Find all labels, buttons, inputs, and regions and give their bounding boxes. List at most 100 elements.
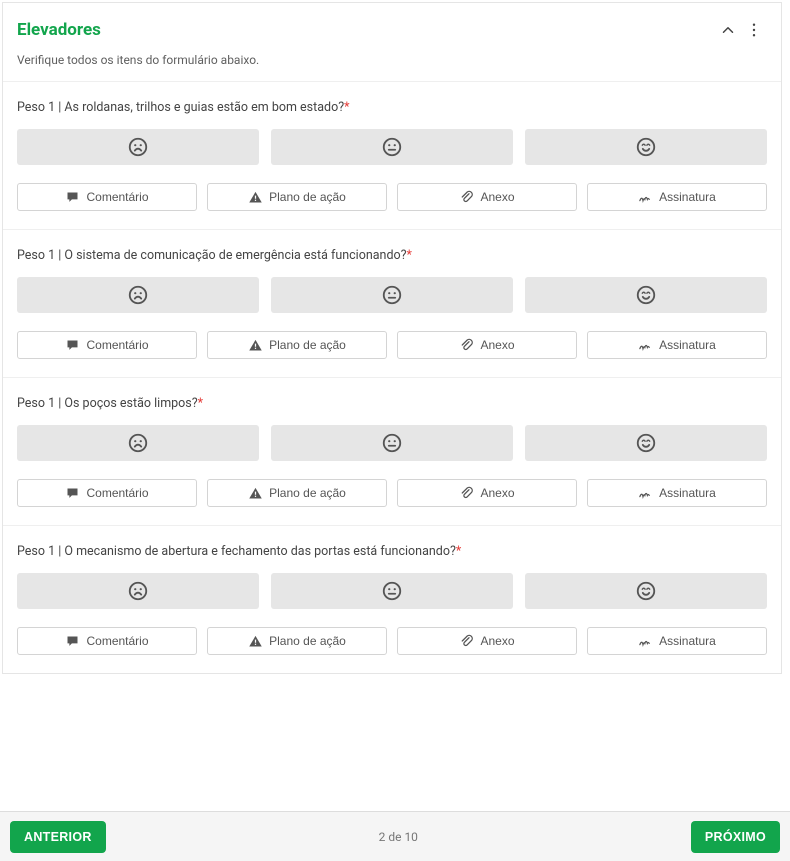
action-button-label: Comentário — [86, 338, 148, 352]
happy-face-icon — [635, 136, 657, 158]
required-star: * — [344, 100, 349, 115]
rating-bad-button[interactable] — [17, 573, 259, 609]
warning-icon — [248, 338, 263, 353]
action-plan-button[interactable]: Plano de ação — [207, 183, 387, 211]
action-button-label: Comentário — [86, 486, 148, 500]
required-star: * — [456, 544, 461, 559]
next-button[interactable]: PRÓXIMO — [691, 821, 780, 853]
paperclip-icon — [459, 190, 474, 205]
action-button-label: Anexo — [480, 634, 514, 648]
neutral-face-icon — [381, 284, 403, 306]
paperclip-icon — [459, 338, 474, 353]
paperclip-icon — [459, 486, 474, 501]
action-button-label: Plano de ação — [269, 190, 346, 204]
attachment-button[interactable]: Anexo — [397, 183, 577, 211]
section-menu-button[interactable] — [741, 17, 767, 43]
page-indicator: 2 de 10 — [379, 830, 418, 844]
action-button-label: Anexo — [480, 486, 514, 500]
signature-button[interactable]: Assinatura — [587, 627, 767, 655]
signature-icon — [638, 338, 653, 353]
neutral-face-icon — [381, 580, 403, 602]
rating-choice-row — [17, 277, 767, 313]
comment-icon — [65, 486, 80, 501]
action-row: Comentário Plano de ação Anexo Assinatura — [17, 627, 767, 655]
action-button-label: Assinatura — [659, 634, 716, 648]
question-text: Peso 1 | Os poços estão limpos?* — [17, 396, 767, 411]
action-plan-button[interactable]: Plano de ação — [207, 627, 387, 655]
collapse-toggle[interactable] — [715, 17, 741, 43]
signature-button[interactable]: Assinatura — [587, 331, 767, 359]
sad-face-icon — [127, 284, 149, 306]
question-text: Peso 1 | O sistema de comunicação de eme… — [17, 248, 767, 263]
signature-button[interactable]: Assinatura — [587, 183, 767, 211]
more-vert-icon — [745, 21, 763, 39]
action-button-label: Plano de ação — [269, 634, 346, 648]
question-block: Peso 1 | O sistema de comunicação de eme… — [3, 229, 781, 377]
happy-face-icon — [635, 284, 657, 306]
rating-good-button[interactable] — [525, 573, 767, 609]
comment-button[interactable]: Comentário — [17, 627, 197, 655]
action-button-label: Anexo — [480, 338, 514, 352]
action-row: Comentário Plano de ação Anexo Assinatura — [17, 479, 767, 507]
action-button-label: Plano de ação — [269, 338, 346, 352]
signature-button[interactable]: Assinatura — [587, 479, 767, 507]
comment-button[interactable]: Comentário — [17, 331, 197, 359]
attachment-button[interactable]: Anexo — [397, 331, 577, 359]
rating-good-button[interactable] — [525, 277, 767, 313]
action-row: Comentário Plano de ação Anexo Assinatura — [17, 331, 767, 359]
attachment-button[interactable]: Anexo — [397, 479, 577, 507]
required-star: * — [198, 396, 203, 411]
rating-choice-row — [17, 573, 767, 609]
happy-face-icon — [635, 432, 657, 454]
action-button-label: Comentário — [86, 634, 148, 648]
action-plan-button[interactable]: Plano de ação — [207, 331, 387, 359]
rating-choice-row — [17, 129, 767, 165]
footer-bar: ANTERIOR 2 de 10 PRÓXIMO — [0, 811, 790, 861]
section-card: Elevadores Verifique todos os itens do f… — [2, 2, 782, 674]
neutral-face-icon — [381, 136, 403, 158]
sad-face-icon — [127, 136, 149, 158]
attachment-button[interactable]: Anexo — [397, 627, 577, 655]
chevron-up-icon — [719, 21, 737, 39]
comment-icon — [65, 338, 80, 353]
signature-icon — [638, 190, 653, 205]
action-button-label: Assinatura — [659, 338, 716, 352]
signature-icon — [638, 486, 653, 501]
question-block: Peso 1 | O mecanismo de abertura e fecha… — [3, 525, 781, 673]
happy-face-icon — [635, 580, 657, 602]
rating-neutral-button[interactable] — [271, 573, 513, 609]
warning-icon — [248, 634, 263, 649]
action-button-label: Plano de ação — [269, 486, 346, 500]
neutral-face-icon — [381, 432, 403, 454]
warning-icon — [248, 190, 263, 205]
question-block: Peso 1 | As roldanas, trilhos e guias es… — [3, 81, 781, 229]
rating-neutral-button[interactable] — [271, 129, 513, 165]
action-plan-button[interactable]: Plano de ação — [207, 479, 387, 507]
sad-face-icon — [127, 432, 149, 454]
section-title: Elevadores — [17, 20, 715, 40]
signature-icon — [638, 634, 653, 649]
rating-bad-button[interactable] — [17, 277, 259, 313]
rating-bad-button[interactable] — [17, 425, 259, 461]
sad-face-icon — [127, 580, 149, 602]
rating-neutral-button[interactable] — [271, 425, 513, 461]
rating-good-button[interactable] — [525, 129, 767, 165]
comment-button[interactable]: Comentário — [17, 183, 197, 211]
question-text: Peso 1 | As roldanas, trilhos e guias es… — [17, 100, 767, 115]
question-text: Peso 1 | O mecanismo de abertura e fecha… — [17, 544, 767, 559]
required-star: * — [407, 248, 412, 263]
prev-button[interactable]: ANTERIOR — [10, 821, 106, 853]
action-button-label: Assinatura — [659, 190, 716, 204]
paperclip-icon — [459, 634, 474, 649]
rating-choice-row — [17, 425, 767, 461]
question-block: Peso 1 | Os poços estão limpos?* Comentár… — [3, 377, 781, 525]
rating-bad-button[interactable] — [17, 129, 259, 165]
rating-good-button[interactable] — [525, 425, 767, 461]
rating-neutral-button[interactable] — [271, 277, 513, 313]
action-button-label: Assinatura — [659, 486, 716, 500]
warning-icon — [248, 486, 263, 501]
form-scroll-area[interactable]: Elevadores Verifique todos os itens do f… — [0, 0, 790, 811]
comment-icon — [65, 190, 80, 205]
action-button-label: Anexo — [480, 190, 514, 204]
comment-button[interactable]: Comentário — [17, 479, 197, 507]
